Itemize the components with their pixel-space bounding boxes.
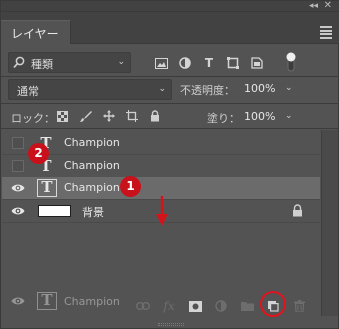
panel-title-strip: ◂◂ ✕ — [1, 1, 339, 12]
filter-icon-group: T — [149, 54, 269, 72]
fill-input[interactable]: 100% — [244, 110, 275, 123]
fill-label: 塗り： — [207, 112, 240, 125]
resize-grip[interactable] — [158, 323, 184, 326]
add-mask-icon[interactable] — [182, 295, 208, 317]
smart-object-filter-icon[interactable] — [245, 54, 269, 72]
adjustment-filter-icon[interactable] — [173, 54, 197, 72]
bottom-toolbar: fx — [2, 293, 338, 319]
search-icon — [13, 56, 25, 69]
drag-down-arrow-icon — [156, 196, 168, 226]
highlight-circle — [260, 291, 286, 317]
scrollbar[interactable] — [321, 130, 338, 316]
close-icon[interactable]: ✕ — [324, 1, 332, 11]
opacity-label: 不透明度： — [180, 84, 235, 97]
layers-panel: ◂◂ ✕ レイヤー 種類 ⌄ T 通常 ⌄ 不透明度： 100% ⌄ ロック： … — [0, 0, 339, 329]
chevron-down-icon: ⌄ — [158, 84, 166, 94]
link-layers-icon[interactable] — [130, 295, 156, 317]
layer-thumbnail — [38, 205, 71, 217]
lock-artboard-icon[interactable] — [120, 108, 143, 124]
filter-kind-select[interactable]: 種類 ⌄ — [8, 52, 131, 73]
eye-icon[interactable] — [11, 183, 25, 193]
fx-icon[interactable]: fx — [156, 295, 182, 317]
lock-transparent-pixels-icon[interactable] — [51, 108, 74, 124]
filter-kind-label: 種類 — [31, 58, 53, 71]
tab-layers-label: レイヤー — [11, 27, 59, 41]
lock-label: ロック： — [11, 112, 55, 125]
divider — [1, 128, 339, 129]
type-filter-icon[interactable]: T — [197, 54, 221, 72]
layer-name[interactable]: 背景 — [82, 204, 104, 220]
delete-layer-icon[interactable] — [286, 295, 312, 317]
lock-all-icon[interactable] — [143, 108, 166, 124]
layer-row[interactable]: T Champion — [2, 132, 320, 155]
lock-icon — [293, 204, 302, 217]
tab-layers[interactable]: レイヤー — [1, 20, 71, 44]
divider — [1, 76, 339, 77]
opacity-input[interactable]: 100% — [244, 82, 275, 95]
tab-bar: レイヤー — [1, 12, 339, 44]
lock-position-icon[interactable] — [97, 108, 120, 124]
image-filter-icon[interactable] — [149, 54, 173, 72]
callout-badge: 1 — [120, 176, 141, 197]
filter-toggle-icon[interactable] — [285, 51, 297, 73]
layer-name[interactable]: Champion — [64, 181, 120, 194]
collapse-icon[interactable]: ◂◂ — [309, 1, 318, 11]
shape-filter-icon[interactable] — [221, 54, 245, 72]
panel-menu-icon[interactable] — [320, 26, 332, 39]
layer-name[interactable]: Champion — [64, 159, 120, 172]
blend-mode-value: 通常 — [17, 85, 39, 98]
blend-mode-select[interactable]: 通常 ⌄ — [8, 79, 172, 100]
lock-image-pixels-icon[interactable] — [74, 108, 97, 124]
new-adjustment-icon[interactable] — [208, 295, 234, 317]
visibility-toggle-empty[interactable] — [12, 160, 24, 172]
visibility-toggle-empty[interactable] — [12, 137, 24, 149]
callout-badge: 2 — [28, 143, 49, 164]
text-layer-icon: T — [37, 179, 57, 197]
chevron-down-icon: ⌄ — [117, 57, 125, 67]
chevron-down-icon[interactable]: ⌄ — [285, 111, 293, 121]
eye-icon[interactable] — [11, 206, 25, 216]
new-group-icon[interactable] — [234, 295, 260, 317]
chevron-down-icon[interactable]: ⌄ — [285, 83, 293, 93]
divider — [1, 103, 339, 104]
layer-row[interactable]: T Champion — [2, 155, 320, 178]
layer-name[interactable]: Champion — [64, 136, 120, 149]
lock-icon-group — [51, 108, 166, 124]
